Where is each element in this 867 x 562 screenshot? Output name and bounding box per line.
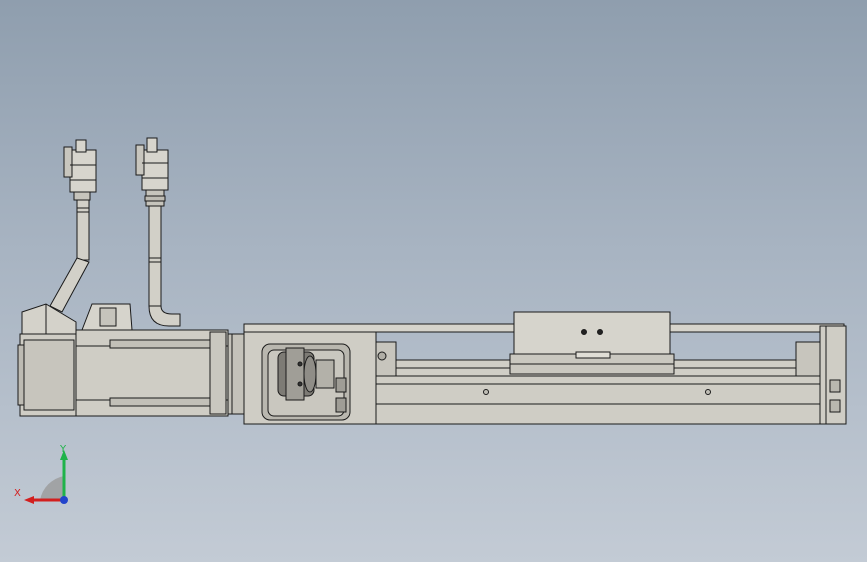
motor-body[interactable]	[75, 303, 229, 417]
triad-plane-icon	[40, 476, 64, 500]
z-axis-dot-icon	[60, 496, 68, 504]
motor-flange[interactable]	[227, 333, 245, 415]
end-cap[interactable]	[819, 325, 847, 425]
y-axis-label: Y	[59, 444, 67, 455]
cad-viewport[interactable]: Y X	[0, 0, 867, 562]
cable-left[interactable]	[49, 139, 97, 313]
linear-actuator-model[interactable]	[0, 0, 867, 562]
axis-triad: Y X	[14, 444, 68, 504]
cable-right[interactable]	[135, 137, 181, 327]
coupling-housing[interactable]	[243, 323, 377, 425]
encoder-head[interactable]	[17, 303, 77, 417]
slide-carriage[interactable]	[509, 311, 675, 375]
x-axis-label: X	[14, 488, 21, 499]
